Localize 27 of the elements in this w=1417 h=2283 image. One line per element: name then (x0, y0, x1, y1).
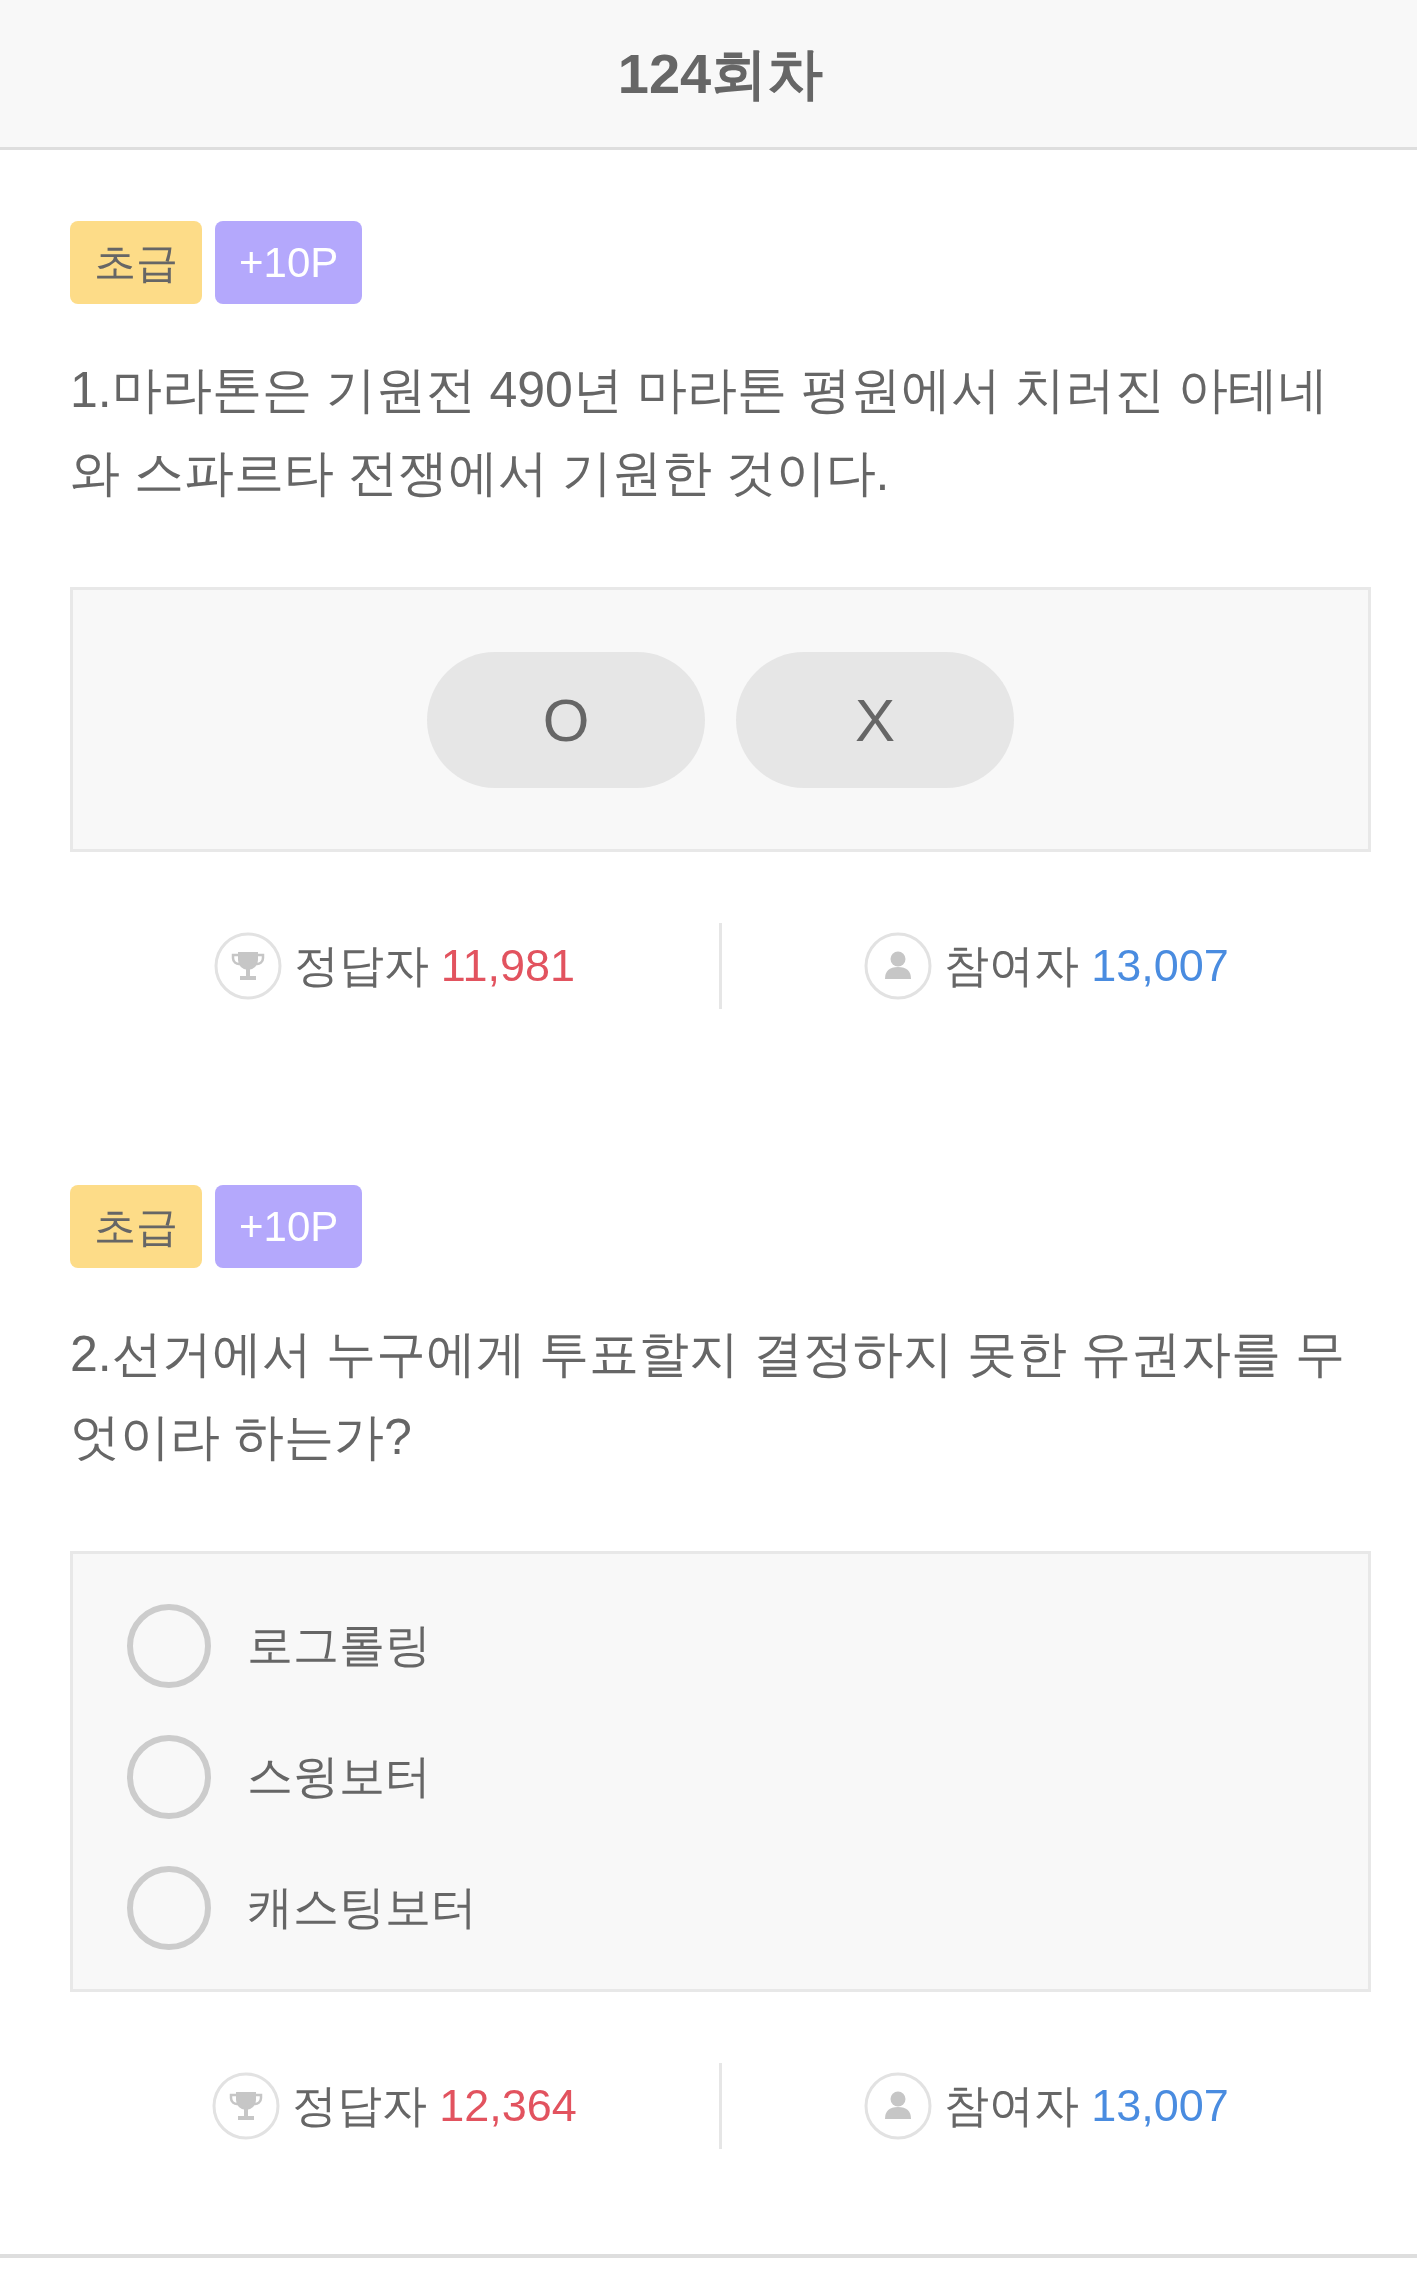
radio-button[interactable] (127, 1604, 211, 1688)
answer-button[interactable]: O (427, 652, 705, 788)
option-label[interactable]: 로그롤링 (247, 1618, 431, 1674)
stat-label: 참여자 (944, 939, 1080, 993)
difficulty-badge: 초급 (70, 221, 202, 304)
option-label[interactable]: 스윙보터 (247, 1749, 431, 1805)
answer-button[interactable]: X (736, 652, 1014, 788)
question-text: 1.마라톤은 기원전 490년 마라톤 평원에서 치러진 아테네와 스파르타 전쟁에서 기원한 것이다. (70, 361, 1330, 503)
stat-label: 참여자 (944, 2079, 1080, 2133)
correct-count: 11,981 (440, 939, 576, 993)
participant-count: 13,007 (1091, 2079, 1229, 2133)
correct-count: 12,364 (439, 2079, 577, 2133)
radio-button[interactable] (127, 1866, 211, 1950)
stat-label: 정답자 (292, 2079, 428, 2133)
trophy-icon (212, 2072, 281, 2140)
person-icon (864, 2072, 933, 2140)
option-label[interactable]: 캐스팅보터 (247, 1880, 477, 1936)
stat-label: 정답자 (293, 939, 429, 993)
participant-count: 13,007 (1091, 939, 1229, 993)
question-text: 2.선거에서 누구에게 투표할지 결정하지 못한 유권자를 무엇이라 하는가? (70, 1325, 1347, 1467)
points-badge: +10P (215, 1185, 363, 1268)
person-icon (864, 932, 933, 1000)
difficulty-badge: 초급 (70, 1185, 202, 1268)
trophy-icon (213, 932, 282, 1000)
radio-button[interactable] (127, 1735, 211, 1819)
points-badge: +10P (215, 221, 363, 304)
page-title: 124회차 (617, 40, 824, 107)
